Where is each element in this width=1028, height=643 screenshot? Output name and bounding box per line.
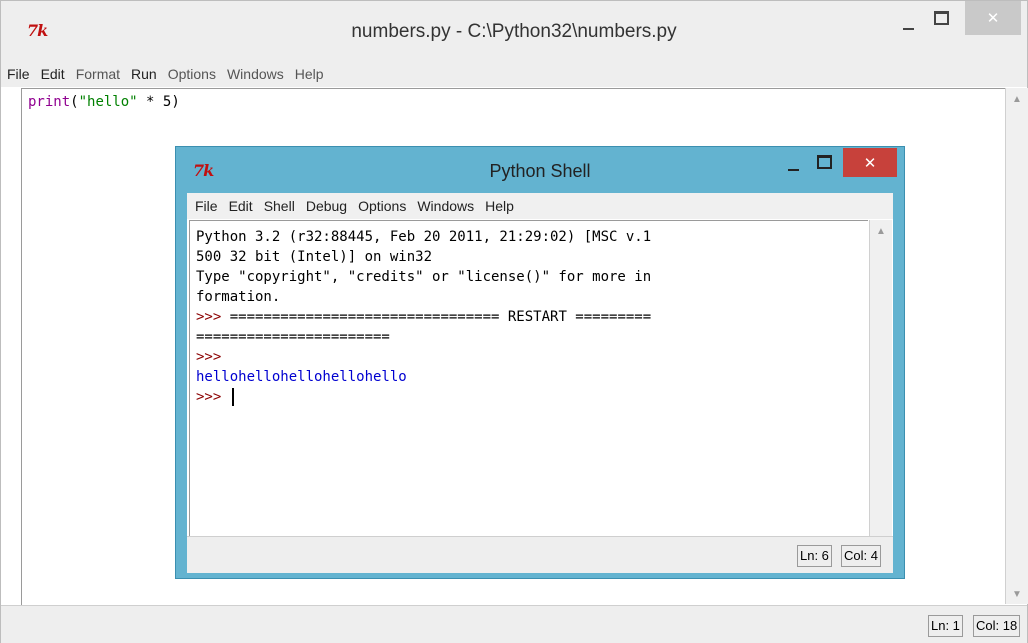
code-line: print("hello" * 5) xyxy=(28,92,180,112)
shell-prompt: >>> xyxy=(196,389,222,405)
scroll-down-arrow-icon[interactable]: ▼ xyxy=(1006,589,1028,600)
menu-run[interactable]: Run xyxy=(131,66,157,82)
shell-prompt: >>> xyxy=(196,349,222,365)
code-string: "hello" xyxy=(78,94,138,110)
line-indicator: Ln: 6 xyxy=(797,545,832,567)
minimize-icon[interactable] xyxy=(784,157,804,177)
shell-vertical-scrollbar[interactable]: ▲ ▼ xyxy=(869,220,892,558)
close-icon: ✕ xyxy=(986,9,1000,27)
menu-options[interactable]: Options xyxy=(168,66,216,82)
shell-status-bar: Ln: 6 Col: 4 xyxy=(187,536,893,573)
menu-file[interactable]: File xyxy=(195,198,218,214)
menu-debug[interactable]: Debug xyxy=(306,198,347,214)
line-indicator: Ln: 1 xyxy=(928,615,963,637)
text-cursor xyxy=(231,388,234,406)
maximize-icon[interactable] xyxy=(814,151,834,171)
close-icon: ✕ xyxy=(863,153,877,172)
scroll-up-arrow-icon[interactable]: ▲ xyxy=(870,226,892,237)
menu-edit[interactable]: Edit xyxy=(229,198,253,214)
scroll-up-arrow-icon[interactable]: ▲ xyxy=(1006,94,1028,105)
menu-options[interactable]: Options xyxy=(358,198,406,214)
editor-menu-bar: File Edit Format Run Options Windows Hel… xyxy=(1,61,1027,87)
banner-line: Type "copyright", "credits" or "license(… xyxy=(196,269,652,285)
code-rest: * 5) xyxy=(137,94,180,110)
shell-menu-bar: File Edit Shell Debug Options Windows He… xyxy=(187,193,893,219)
close-button[interactable]: ✕ xyxy=(965,1,1021,35)
banner-line: Python 3.2 (r32:88445, Feb 20 2011, 21:2… xyxy=(196,229,652,245)
menu-format[interactable]: Format xyxy=(76,66,120,82)
program-output: hellohellohellohellohello xyxy=(196,369,407,385)
menu-shell[interactable]: Shell xyxy=(264,198,295,214)
column-indicator: Col: 18 xyxy=(973,615,1021,637)
menu-file[interactable]: File xyxy=(7,66,30,82)
column-indicator: Col: 4 xyxy=(841,545,881,567)
close-button[interactable]: ✕ xyxy=(843,148,897,177)
code-builtin: print xyxy=(28,94,71,110)
python-shell-window: 7k Python Shell ✕ File Edit Shell Debug … xyxy=(175,146,905,579)
menu-help[interactable]: Help xyxy=(295,66,324,82)
banner-line: formation. xyxy=(196,289,281,305)
menu-help[interactable]: Help xyxy=(485,198,514,214)
editor-title-bar[interactable]: 7k numbers.py - C:\Python32\numbers.py ✕ xyxy=(1,1,1027,61)
shell-client-area: File Edit Shell Debug Options Windows He… xyxy=(187,193,893,573)
editor-window-title: numbers.py - C:\Python32\numbers.py xyxy=(351,21,677,42)
restart-line: ================================ RESTART… xyxy=(221,309,652,325)
banner-line: 500 32 bit (Intel)] on win32 xyxy=(196,249,433,265)
maximize-icon[interactable] xyxy=(930,7,952,29)
menu-windows[interactable]: Windows xyxy=(227,66,284,82)
minimize-icon[interactable] xyxy=(898,15,920,37)
shell-text-area[interactable]: Python 3.2 (r32:88445, Feb 20 2011, 21:2… xyxy=(189,220,868,559)
editor-vertical-scrollbar[interactable]: ▲ ▼ xyxy=(1005,88,1028,604)
shell-prompt: >>> xyxy=(196,309,222,325)
editor-status-bar: Ln: 1 Col: 18 xyxy=(1,605,1027,643)
code-paren: ( xyxy=(70,94,79,110)
menu-windows[interactable]: Windows xyxy=(417,198,474,214)
menu-edit[interactable]: Edit xyxy=(41,66,65,82)
restart-line: ======================= xyxy=(196,329,390,345)
shell-output: Python 3.2 (r32:88445, Feb 20 2011, 21:2… xyxy=(196,227,651,407)
